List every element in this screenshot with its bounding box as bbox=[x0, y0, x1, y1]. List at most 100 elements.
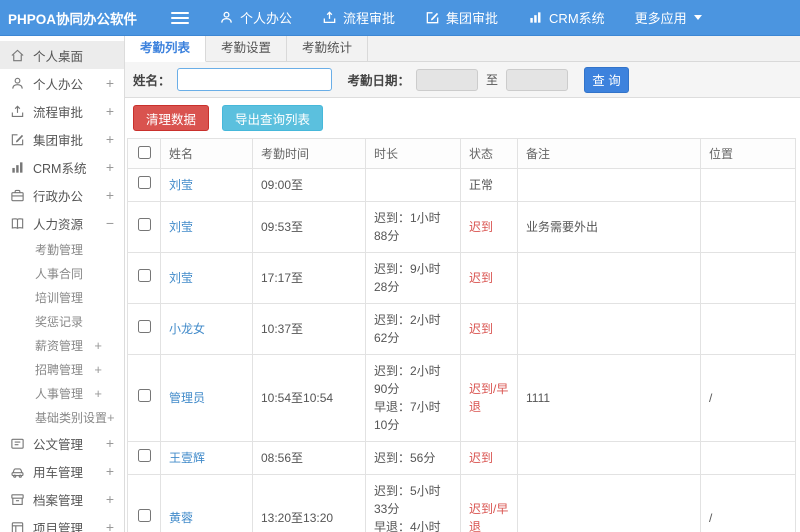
top-nav-item-3[interactable]: 集团审批 bbox=[425, 8, 498, 27]
sidebar-subitem-3[interactable]: 培训管理 bbox=[0, 285, 124, 309]
select-all-checkbox[interactable] bbox=[137, 145, 151, 159]
sidebar-subitem-label: 考勤管理 bbox=[35, 242, 84, 257]
table-header-row: 姓名 考勤时间 时长 状态 备注 位置 bbox=[127, 138, 796, 169]
sidebar-item-9[interactable]: 用车管理 + bbox=[0, 457, 124, 485]
tab-3[interactable]: 考勤统计 bbox=[287, 36, 369, 61]
sidebar-item-2[interactable]: 个人办公 + bbox=[0, 69, 124, 97]
sidebar-subitem-label: 奖惩记录 bbox=[35, 314, 84, 329]
sidebar-item-5[interactable]: CRM系统 + bbox=[0, 153, 124, 181]
top-nav-item-1[interactable]: 个人办公 bbox=[219, 8, 292, 27]
top-nav-item-2[interactable]: 流程审批 bbox=[322, 8, 395, 27]
sidebar-item-label: 项目管理 bbox=[33, 521, 84, 532]
duration-cell bbox=[365, 168, 461, 202]
expand-toggle-icon[interactable]: + bbox=[106, 520, 114, 532]
clear-data-button[interactable]: 清理数据 bbox=[133, 105, 210, 131]
tab-2[interactable]: 考勤设置 bbox=[206, 36, 288, 61]
row-checkbox[interactable] bbox=[137, 389, 151, 402]
status-badge: 迟到 bbox=[469, 322, 494, 336]
sidebar-item-label: 个人桌面 bbox=[33, 49, 84, 64]
sidebar-item-7[interactable]: 人力资源 − bbox=[0, 209, 124, 237]
sidebar-item-1[interactable]: 个人桌面 bbox=[0, 41, 124, 69]
sidebar-item-11[interactable]: 项目管理 + bbox=[0, 513, 124, 532]
duration-line: 迟到：2小时62分 bbox=[374, 313, 441, 345]
expand-toggle-icon[interactable]: − bbox=[106, 216, 114, 230]
location-cell bbox=[700, 168, 796, 202]
employee-name-link[interactable]: 小龙女 bbox=[169, 322, 205, 336]
duration-line: 迟到：56分 bbox=[374, 451, 436, 465]
expand-toggle-icon[interactable]: + bbox=[106, 76, 114, 90]
attendance-time-cell: 10:37至 bbox=[252, 303, 366, 355]
duration-cell: 迟到：1小时88分 bbox=[365, 201, 461, 253]
note-cell: 业务需要外出 bbox=[517, 201, 701, 253]
app-logo: PHPOA协同办公软件 bbox=[8, 11, 138, 27]
book-icon bbox=[10, 216, 25, 231]
top-nav-item-4[interactable]: CRM系统 bbox=[528, 8, 605, 27]
expand-toggle-icon[interactable]: + bbox=[94, 387, 102, 400]
sidebar-item-10[interactable]: 档案管理 + bbox=[0, 485, 124, 513]
attendance-table: 姓名 考勤时间 时长 状态 备注 位置 刘莹 09:00至 正常 刘莹 09:53至 迟到：1小时8… bbox=[127, 138, 796, 532]
sidebar-subitem-label: 培训管理 bbox=[35, 290, 84, 305]
search-button[interactable]: 查 询 bbox=[584, 66, 630, 93]
sidebar-subitem-5[interactable]: 薪资管理 + bbox=[0, 333, 124, 357]
sidebar-item-label: 人力资源 bbox=[33, 217, 84, 232]
export-list-button[interactable]: 导出查询列表 bbox=[222, 105, 324, 131]
sidebar-subitem-1[interactable]: 考勤管理 bbox=[0, 237, 124, 261]
filter-bar: 姓名： 考勤日期： 至 查 询 bbox=[125, 62, 800, 98]
expand-toggle-icon[interactable]: + bbox=[106, 188, 114, 202]
sidebar-subitem-6[interactable]: 招聘管理 + bbox=[0, 357, 124, 381]
sidebar-subitem-2[interactable]: 人事合同 bbox=[0, 261, 124, 285]
expand-toggle-icon[interactable]: + bbox=[106, 464, 114, 478]
expand-toggle-icon[interactable]: + bbox=[94, 363, 102, 376]
expand-toggle-icon[interactable]: + bbox=[106, 492, 114, 506]
row-checkbox[interactable] bbox=[137, 320, 151, 333]
table-row: 刘莹 17:17至 迟到：9小时28分 迟到 bbox=[127, 252, 796, 304]
sidebar: 个人桌面 个人办公 + 流程审批 + 集团审批 + CRM系统 + 行政办公 + 人力资源 − 考勤管理人… bbox=[0, 36, 125, 532]
top-bar: PHPOA协同办公软件 个人办公 流程审批 集团审批 CRM系统 更多应用 bbox=[0, 0, 800, 36]
sidebar-item-label: 档案管理 bbox=[33, 493, 84, 508]
status-badge: 正常 bbox=[469, 178, 494, 192]
employee-name-link[interactable]: 王壹辉 bbox=[169, 451, 205, 465]
name-input[interactable] bbox=[176, 68, 332, 91]
expand-toggle-icon[interactable]: + bbox=[106, 132, 114, 146]
date-end-input[interactable] bbox=[506, 68, 569, 91]
top-nav-label: 集团审批 bbox=[446, 11, 499, 26]
expand-toggle-icon[interactable]: + bbox=[106, 436, 114, 450]
duration-cell: 迟到：9小时28分 bbox=[365, 252, 461, 304]
sidebar-item-8[interactable]: 公文管理 + bbox=[0, 429, 124, 457]
row-checkbox[interactable] bbox=[137, 218, 151, 231]
location-cell: / bbox=[700, 474, 796, 532]
column-header: 时长 bbox=[365, 138, 461, 169]
row-checkbox[interactable] bbox=[137, 176, 151, 189]
expand-toggle-icon[interactable]: + bbox=[106, 104, 114, 118]
home-icon bbox=[10, 48, 25, 63]
row-checkbox[interactable] bbox=[137, 449, 151, 462]
project-icon bbox=[10, 520, 25, 532]
row-checkbox[interactable] bbox=[137, 509, 151, 522]
tab-1[interactable]: 考勤列表 bbox=[125, 36, 207, 62]
sidebar-subitem-label: 人事管理 bbox=[35, 386, 84, 401]
expand-toggle-icon[interactable]: + bbox=[106, 160, 114, 174]
sidebar-item-3[interactable]: 流程审批 + bbox=[0, 97, 124, 125]
top-nav-item-5[interactable]: 更多应用 bbox=[635, 8, 702, 27]
sidebar-subitem-7[interactable]: 人事管理 + bbox=[0, 381, 124, 405]
employee-name-link[interactable]: 刘莹 bbox=[169, 220, 193, 234]
top-nav-label: CRM系统 bbox=[549, 11, 605, 26]
user-icon bbox=[10, 76, 25, 91]
sidebar-item-6[interactable]: 行政办公 + bbox=[0, 181, 124, 209]
chart-icon bbox=[10, 160, 25, 175]
expand-toggle-icon[interactable]: + bbox=[94, 339, 102, 352]
column-header: 备注 bbox=[517, 138, 701, 169]
employee-name-link[interactable]: 刘莹 bbox=[169, 178, 193, 192]
sidebar-subitem-4[interactable]: 奖惩记录 bbox=[0, 309, 124, 333]
date-start-input[interactable] bbox=[416, 68, 479, 91]
table-row: 王壹辉 08:56至 迟到：56分 迟到 bbox=[127, 441, 796, 475]
expand-toggle-icon[interactable]: + bbox=[107, 411, 115, 424]
employee-name-link[interactable]: 管理员 bbox=[169, 391, 205, 405]
sidebar-item-4[interactable]: 集团审批 + bbox=[0, 125, 124, 153]
menu-toggle-icon[interactable] bbox=[171, 9, 189, 27]
employee-name-link[interactable]: 黄蓉 bbox=[169, 511, 193, 525]
duration-cell: 迟到：2小时90分 早退：7小时10分 bbox=[365, 354, 461, 442]
employee-name-link[interactable]: 刘莹 bbox=[169, 271, 193, 285]
sidebar-subitem-8[interactable]: 基础类别设置 + bbox=[0, 405, 124, 429]
row-checkbox[interactable] bbox=[137, 269, 151, 282]
